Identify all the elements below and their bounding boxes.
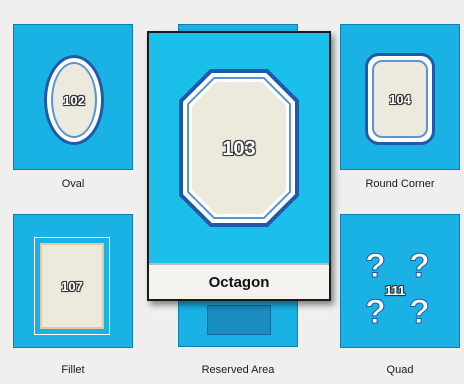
question-mark-icon: ? xyxy=(409,293,431,332)
oval-frame-preview: 102 xyxy=(44,55,104,145)
tile-number: 107 xyxy=(61,278,83,294)
popup-label: Octagon xyxy=(149,263,329,299)
tile-label-quad: Quad xyxy=(386,364,414,376)
tile-reserved-area[interactable] xyxy=(178,301,298,347)
question-mark-icon: ? xyxy=(365,247,387,286)
tile-quad[interactable]: ? ? ? ? 111 xyxy=(340,214,460,348)
reserved-area-preview xyxy=(207,305,271,335)
tile-label-fillet: Fillet xyxy=(61,364,85,376)
popup-number: 103 xyxy=(222,138,256,160)
round-corner-frame-preview: 104 xyxy=(365,53,435,145)
tile-number: 104 xyxy=(389,91,411,107)
tile-label-reserved-area: Reserved Area xyxy=(201,364,275,376)
fillet-frame-preview: 107 xyxy=(34,237,110,335)
question-mark-icon: ? xyxy=(365,293,387,332)
tile-oval[interactable]: 102 xyxy=(13,24,133,170)
oval-frame-inner: 102 xyxy=(51,62,97,138)
tile-label-round-corner: Round Corner xyxy=(365,178,435,190)
round-corner-frame-inner: 104 xyxy=(372,60,428,138)
fillet-frame-inner: 107 xyxy=(40,243,104,329)
tile-number: 102 xyxy=(63,92,85,108)
tile-label-oval: Oval xyxy=(61,178,85,190)
octagon-preview-popup[interactable]: 103 Octagon xyxy=(147,31,331,301)
tile-fillet[interactable]: 107 xyxy=(13,214,133,348)
tile-number: 111 xyxy=(385,283,406,298)
question-mark-icon: ? xyxy=(409,247,431,286)
tile-round-corner[interactable]: 104 xyxy=(340,24,460,170)
